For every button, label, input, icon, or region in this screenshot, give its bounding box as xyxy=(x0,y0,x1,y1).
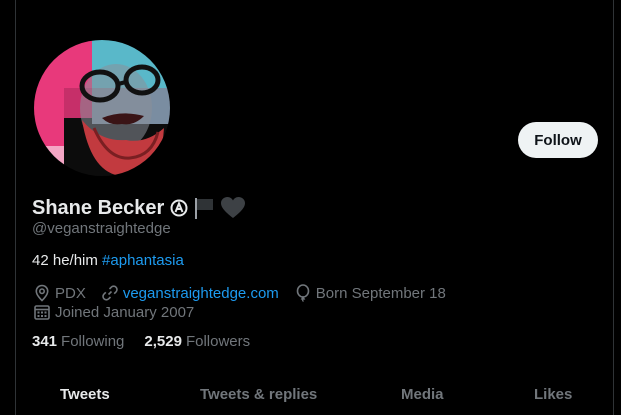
profile-name-row: Shane Becker xyxy=(32,194,246,222)
tab-media[interactable]: Media xyxy=(401,386,444,403)
profile-joined-row: Joined January 2007 xyxy=(32,302,208,322)
following-label: Following xyxy=(61,333,125,350)
bio-hashtag-link[interactable]: #aphantasia xyxy=(102,252,184,269)
black-heart-icon xyxy=(220,196,246,220)
calendar-icon xyxy=(32,302,52,322)
display-name: Shane Becker xyxy=(32,196,165,219)
link-icon xyxy=(100,283,120,303)
profile-handle: @veganstraightedge xyxy=(32,220,171,237)
profile-stats: 341 Following 2,529 Followers xyxy=(32,333,270,350)
follow-button[interactable]: Follow xyxy=(518,122,598,158)
black-flag-icon xyxy=(192,196,216,220)
tab-tweets[interactable]: Tweets xyxy=(60,386,110,403)
profile-location: PDX xyxy=(55,284,86,302)
followers-label: Followers xyxy=(185,333,251,350)
followers-count: 2,529 xyxy=(144,333,182,350)
tab-tweets-and-replies[interactable]: Tweets & replies xyxy=(200,386,317,403)
followers-link[interactable]: 2,529 Followers xyxy=(144,333,270,350)
profile-tabs: Tweets Tweets & replies Media Likes xyxy=(16,372,613,415)
following-count: 341 xyxy=(32,333,58,350)
avatar[interactable] xyxy=(34,40,170,176)
column-border-left xyxy=(15,0,16,415)
column-border-right xyxy=(613,0,614,415)
balloon-icon xyxy=(293,283,313,303)
profile-birthday: Born September 18 xyxy=(315,284,446,302)
following-link[interactable]: 341 Following xyxy=(32,333,144,350)
profile-bio: 42 he/him #aphantasia xyxy=(32,252,184,269)
tab-likes[interactable]: Likes xyxy=(534,386,572,403)
circled-a-icon xyxy=(170,199,188,217)
bio-text: 42 he/him xyxy=(32,252,103,269)
profile-meta-row: PDX veganstraightedge.com Born September… xyxy=(32,283,460,303)
profile-website-link[interactable]: veganstraightedge.com xyxy=(123,285,279,302)
location-pin-icon xyxy=(32,283,52,303)
avatar-photo xyxy=(34,40,170,176)
profile-joined: Joined January 2007 xyxy=(55,303,195,321)
